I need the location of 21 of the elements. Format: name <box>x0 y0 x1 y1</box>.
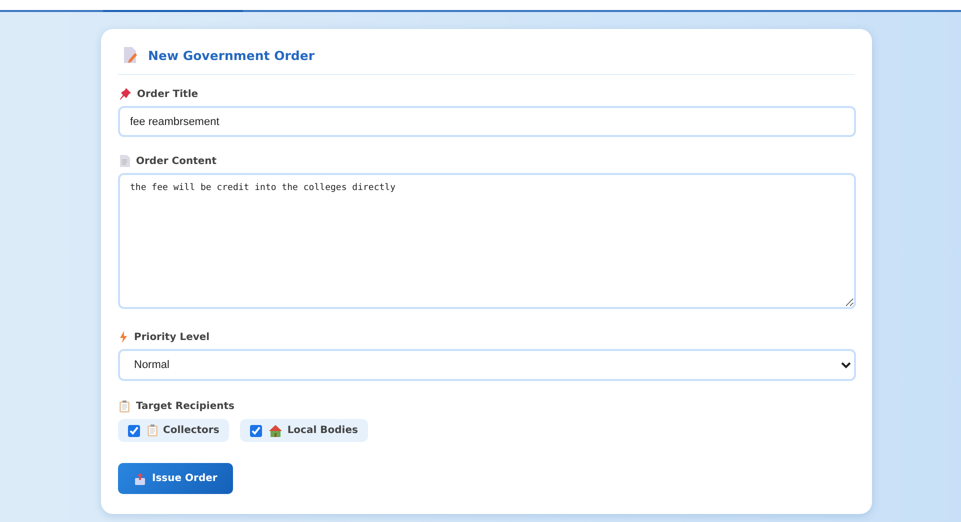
field-label: Target Recipients <box>136 401 234 412</box>
checkbox[interactable] <box>250 424 262 436</box>
content-field[interactable]: the fee will be credit into the colleges directly <box>118 173 856 309</box>
pushpin-icon <box>119 88 131 100</box>
recipient-option[interactable]: Local Bodies <box>240 419 368 442</box>
form-title: New Government Order <box>148 48 314 62</box>
field-label: Priority Level <box>134 332 210 342</box>
issue-order-button[interactable]: Issue Order <box>118 463 234 494</box>
document-icon <box>122 46 138 64</box>
outbox-icon <box>134 472 146 484</box>
checkbox[interactable] <box>128 424 140 436</box>
field-label: Order Title <box>137 88 198 100</box>
page-icon <box>119 155 130 167</box>
recipient-option[interactable]: Collectors <box>118 419 230 442</box>
title-field[interactable]: fee reambrsement <box>118 106 856 137</box>
house-icon <box>269 424 282 436</box>
field-label: Order Content <box>136 156 217 166</box>
clipboard-icon <box>147 424 158 437</box>
lightning-icon <box>119 331 128 343</box>
priority-dropdown[interactable]: Normal <box>118 349 856 381</box>
clipboard-icon <box>119 400 130 413</box>
